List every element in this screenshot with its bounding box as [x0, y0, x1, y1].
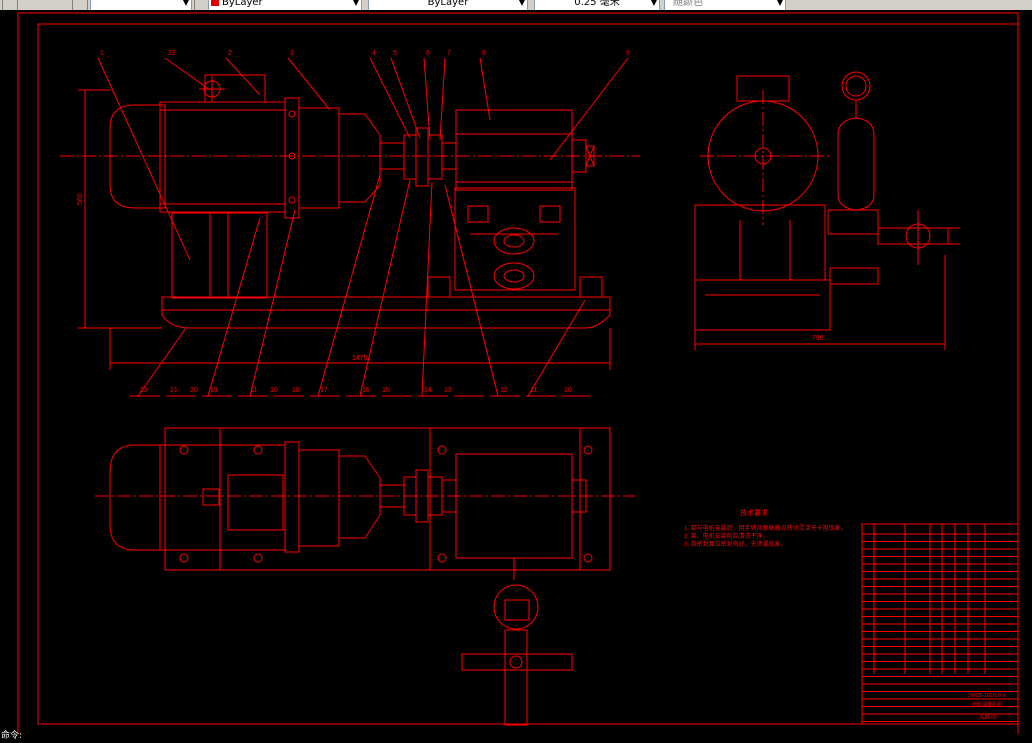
drawing-border [17, 12, 1019, 736]
balloon-7: 7 [447, 50, 451, 57]
balloon-5: 5 [393, 50, 397, 57]
note-3: 3. 各密封面应密封良好，无泄漏现象。 [684, 540, 787, 548]
pump-body-top [455, 453, 573, 559]
valve-handwheel [493, 584, 539, 630]
motor-body [159, 101, 286, 213]
balloon-9: 9 [626, 50, 630, 57]
terminal-box-top [227, 474, 284, 531]
balloon-22: 22 [168, 50, 176, 57]
chevron-down-icon: ▼ [182, 0, 189, 7]
plotstyle-combo-value: 随颜色 [673, 0, 703, 8]
technical-notes: 技术要求 1. 泵与电机安装后，用手转动联轴器应转动灵活无卡阻现象。 2. 泵、… [684, 508, 847, 548]
balloon-6: 6 [426, 50, 430, 57]
balloon-12: 12 [500, 387, 508, 394]
command-prompt: 命令: [1, 731, 23, 741]
notes-title: 技术要求 [740, 508, 768, 517]
top-view [95, 427, 635, 726]
balloon-17: 17 [320, 387, 328, 394]
accumulator [837, 117, 875, 211]
drawing-canvas[interactable]: 1 22 2 3 4 5 6 7 8 9 23 21 20 19 11 10 1… [0, 10, 1032, 736]
chevron-down-icon: ▼ [352, 0, 359, 7]
balloon-18: 18 [292, 387, 300, 394]
reducer-housing [338, 113, 381, 203]
dim-width-text: 790 [812, 335, 824, 342]
pump-bracket [454, 187, 576, 291]
balloon-13: 13 [444, 387, 452, 394]
outlet-flange [493, 262, 535, 290]
motor-body-top [159, 444, 286, 551]
balloon-1: 1 [100, 50, 104, 57]
note-1: 1. 泵与电机安装后，用手转动联轴器应转动灵活无卡阻现象。 [684, 524, 847, 532]
title-drawing-no: 2WCB-160/1.0-Ⅱ [968, 693, 1005, 699]
side-view [694, 71, 960, 350]
drawing-inner-frame [37, 23, 1019, 725]
motor-fan-cover-top [109, 444, 166, 551]
side-baseplate [694, 279, 831, 331]
balloon-21: 21 [170, 387, 178, 394]
balloon-2: 2 [228, 50, 232, 57]
balloon-8: 8 [482, 50, 486, 57]
balloon-19: 19 [210, 387, 218, 394]
lineweight-combo-value: 0.25 毫米 [574, 0, 620, 8]
title-drawing-name: 齿轮油泵机组 [972, 701, 1002, 708]
title-code: NJB-00 [980, 715, 997, 721]
pipe-vertical [504, 629, 528, 726]
command-line[interactable]: 命令: [0, 731, 1032, 741]
leader-lines [97, 57, 629, 397]
motor-flange [284, 97, 300, 219]
pump-body [455, 109, 573, 191]
coupling-half-left [403, 134, 417, 180]
side-stand [694, 204, 826, 281]
chevron-down-icon: ▼ [650, 0, 657, 7]
inlet-flange [493, 227, 535, 255]
balloon-10a: 10 [270, 387, 278, 394]
note-2: 2. 泵、电机安装前应清洗干净。 [684, 532, 769, 540]
balloon-15: 15 [382, 387, 390, 394]
chevron-down-icon: ▼ [776, 0, 783, 7]
motor-support [171, 212, 268, 299]
baseplate-top [164, 427, 611, 571]
balloon-10b: 10 [564, 387, 572, 394]
dim-length-text: 1470 [352, 355, 368, 362]
balloon-3: 3 [290, 50, 294, 57]
chevron-down-icon: ▼ [518, 0, 525, 7]
balloon-20: 20 [190, 387, 198, 394]
balloon-16: 16 [362, 387, 370, 394]
color-combo-value: ByLayer [222, 0, 263, 8]
balloon-4: 4 [372, 50, 376, 57]
balloon-14: 14 [424, 387, 432, 394]
color-swatch-icon [211, 0, 219, 6]
title-block-text: 2WCB-160/1.0-Ⅱ 齿轮油泵机组 NJB-00 [968, 693, 1005, 721]
coupling-half-right [427, 134, 443, 180]
front-view [60, 74, 640, 370]
dim-height-text: 560 [77, 193, 84, 205]
linetype-combo-value: ByLayer [427, 0, 469, 8]
